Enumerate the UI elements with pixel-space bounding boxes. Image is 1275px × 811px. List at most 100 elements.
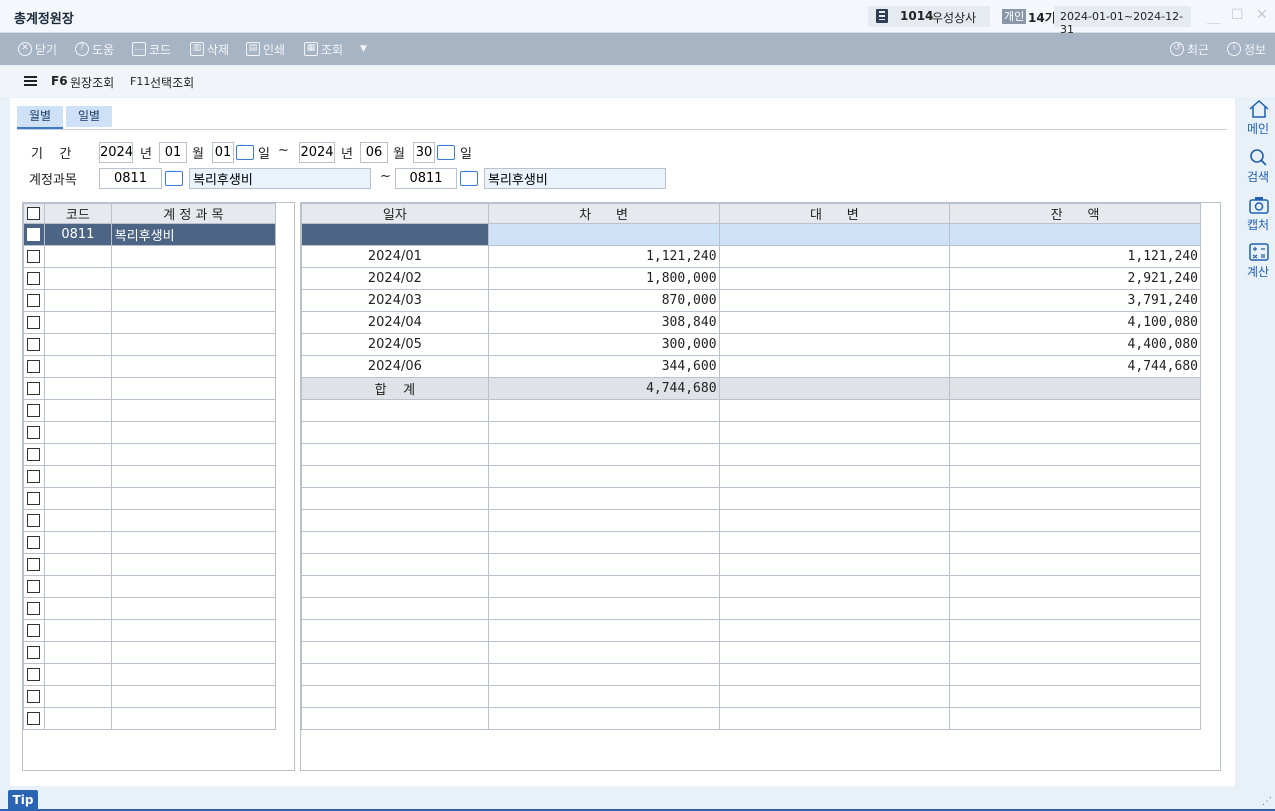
debit-cell[interactable]: [487, 465, 720, 488]
to-month-input[interactable]: [360, 142, 388, 163]
account-code-cell[interactable]: [43, 311, 112, 334]
row-checkbox-cell[interactable]: [23, 443, 45, 466]
debit-cell[interactable]: [487, 707, 720, 730]
to-day-input[interactable]: [413, 142, 435, 163]
row-checkbox-cell[interactable]: [23, 641, 45, 664]
print-button[interactable]: ▤ 인쇄: [246, 40, 285, 58]
row-checkbox[interactable]: [27, 646, 41, 659]
balance-cell[interactable]: [949, 465, 1201, 488]
sidebar-capture[interactable]: 캡처: [1240, 196, 1275, 233]
debit-cell[interactable]: [487, 597, 720, 620]
ledger-row[interactable]: [301, 531, 1201, 554]
debit-cell[interactable]: [487, 443, 720, 466]
balance-cell[interactable]: [949, 487, 1201, 510]
ledger-row[interactable]: [301, 487, 1201, 510]
debit-cell[interactable]: 308,840: [487, 311, 720, 334]
ledger-row[interactable]: [301, 553, 1201, 576]
balance-cell[interactable]: [949, 509, 1201, 532]
row-checkbox[interactable]: [27, 558, 41, 571]
account-name-cell[interactable]: [110, 597, 277, 620]
balance-cell[interactable]: [949, 223, 1201, 246]
balance-cell[interactable]: [949, 641, 1201, 664]
account-code-cell[interactable]: [43, 289, 112, 312]
row-checkbox-cell[interactable]: [23, 223, 45, 246]
account-code-cell[interactable]: [43, 707, 112, 730]
row-checkbox[interactable]: [27, 536, 41, 549]
debit-cell[interactable]: [487, 619, 720, 642]
date-cell[interactable]: 2024/04: [301, 311, 489, 334]
tip-button[interactable]: Tip: [8, 790, 38, 810]
account-name-cell[interactable]: [110, 465, 277, 488]
ledger-row[interactable]: [301, 597, 1201, 620]
balance-cell[interactable]: [949, 553, 1201, 576]
row-checkbox[interactable]: [27, 448, 41, 461]
row-checkbox-cell[interactable]: [23, 421, 45, 444]
row-checkbox-cell[interactable]: [23, 707, 45, 730]
debit-cell[interactable]: [487, 575, 720, 598]
balance-cell[interactable]: [949, 531, 1201, 554]
selection-inquiry-button[interactable]: 선택조회: [150, 74, 194, 91]
row-checkbox-cell[interactable]: [23, 289, 45, 312]
row-checkbox[interactable]: [27, 602, 41, 615]
more-dropdown[interactable]: ▼: [360, 40, 367, 58]
date-cell[interactable]: [301, 223, 489, 246]
account-name-cell[interactable]: 복리후생비: [110, 223, 277, 246]
date-cell[interactable]: [301, 597, 489, 620]
row-checkbox-cell[interactable]: [23, 465, 45, 488]
balance-cell[interactable]: [949, 421, 1201, 444]
account-row[interactable]: [23, 355, 277, 378]
row-checkbox[interactable]: [27, 580, 41, 593]
credit-cell[interactable]: [718, 685, 951, 708]
account-name-cell[interactable]: [110, 267, 277, 290]
account-name-cell[interactable]: [110, 399, 277, 422]
credit-cell[interactable]: [718, 487, 951, 510]
row-checkbox[interactable]: [27, 272, 41, 285]
account-name-cell[interactable]: [110, 663, 277, 686]
to-account-name-field[interactable]: [484, 168, 666, 189]
date-cell[interactable]: [301, 685, 489, 708]
account-name-cell[interactable]: [110, 509, 277, 532]
date-cell[interactable]: 2024/05: [301, 333, 489, 356]
to-date-picker-icon[interactable]: [437, 141, 455, 160]
credit-cell[interactable]: [718, 399, 951, 422]
ledger-row[interactable]: 2024/01 1,121,240 1,121,240: [301, 245, 1201, 268]
balance-cell[interactable]: 1,121,240: [949, 245, 1201, 268]
date-cell[interactable]: [301, 575, 489, 598]
account-name-cell[interactable]: [110, 685, 277, 708]
account-row[interactable]: [23, 443, 277, 466]
ledger-row[interactable]: 2024/05 300,000 4,400,080: [301, 333, 1201, 356]
account-row[interactable]: [23, 707, 277, 730]
credit-cell[interactable]: [718, 465, 951, 488]
account-name-cell[interactable]: [110, 641, 277, 664]
account-code-cell[interactable]: [43, 531, 112, 554]
balance-cell[interactable]: 4,400,080: [949, 333, 1201, 356]
ledger-row[interactable]: 2024/04 308,840 4,100,080: [301, 311, 1201, 334]
account-row[interactable]: [23, 487, 277, 510]
account-row[interactable]: [23, 377, 277, 400]
account-row[interactable]: [23, 641, 277, 664]
credit-cell[interactable]: [718, 355, 951, 378]
credit-cell[interactable]: [718, 245, 951, 268]
row-checkbox[interactable]: [27, 404, 41, 417]
debit-cell[interactable]: [487, 553, 720, 576]
row-checkbox[interactable]: [27, 470, 41, 483]
account-code-cell[interactable]: [43, 663, 112, 686]
inquiry-button[interactable]: ▦ 조회: [304, 40, 343, 58]
account-row[interactable]: [23, 399, 277, 422]
credit-cell[interactable]: [718, 333, 951, 356]
account-code-cell[interactable]: [43, 487, 112, 510]
credit-cell[interactable]: [718, 531, 951, 554]
sidebar-home[interactable]: 메인: [1240, 99, 1275, 137]
to-year-input[interactable]: [299, 142, 335, 163]
date-cell[interactable]: [301, 641, 489, 664]
balance-cell[interactable]: [949, 707, 1201, 730]
row-checkbox[interactable]: [27, 338, 41, 351]
account-name-cell[interactable]: [110, 333, 277, 356]
sidebar-calculator[interactable]: 계산: [1240, 243, 1275, 280]
debit-cell[interactable]: [487, 487, 720, 510]
recent-button[interactable]: ↺ 최근: [1170, 40, 1209, 58]
row-checkbox-cell[interactable]: [23, 333, 45, 356]
account-name-cell[interactable]: [110, 289, 277, 312]
balance-cell[interactable]: [949, 619, 1201, 642]
row-checkbox-cell[interactable]: [23, 487, 45, 510]
